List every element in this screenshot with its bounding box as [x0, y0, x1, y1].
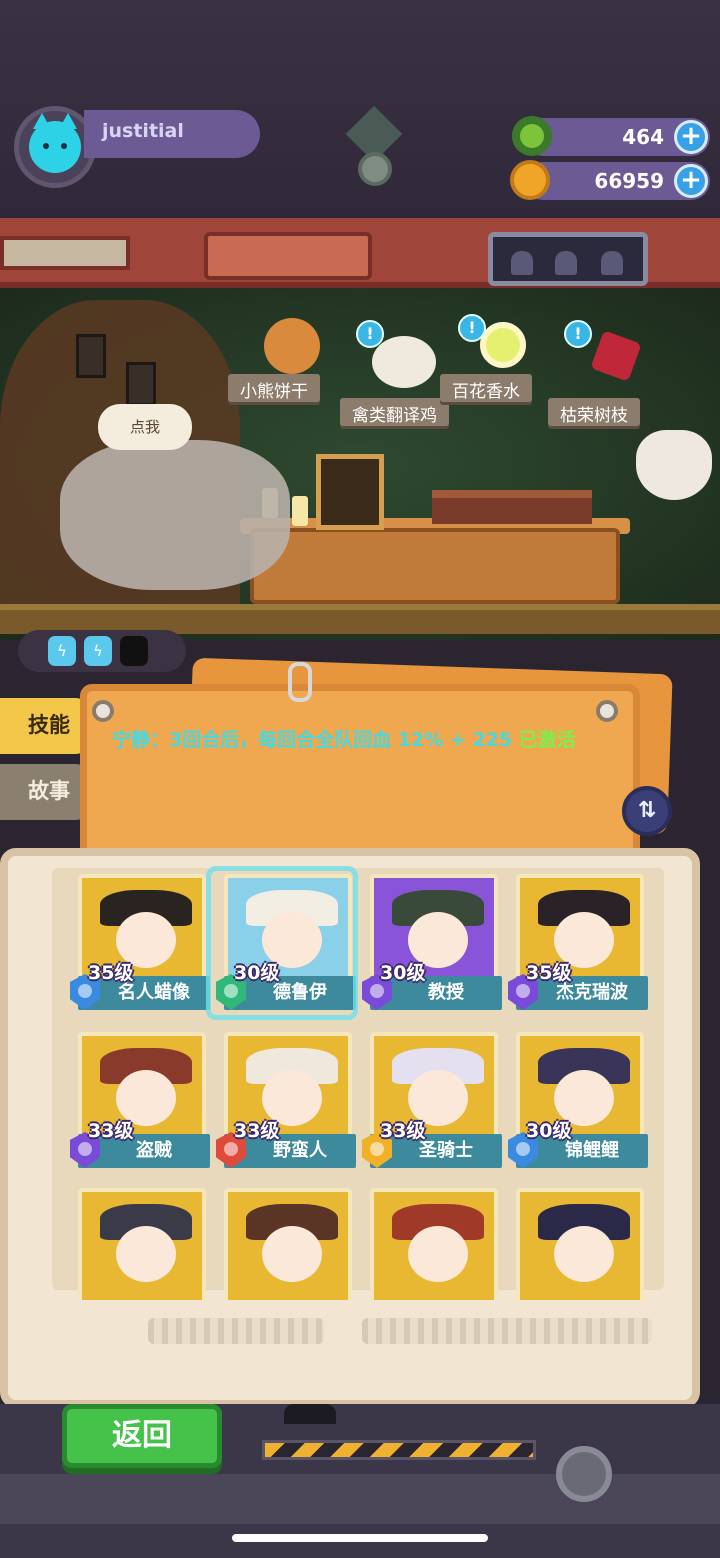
skill-status: 已激活: [518, 729, 576, 751]
bottom-strip: [0, 1474, 720, 1524]
hero-level: 35级: [88, 962, 134, 984]
donut-coin-icon: [512, 116, 552, 156]
hero-card[interactable]: 野蛮人 33级: [216, 1032, 358, 1182]
info-bubble-icon[interactable]: !: [458, 314, 486, 342]
hero-card[interactable]: [364, 1188, 504, 1300]
planet-coin-icon: [510, 160, 550, 200]
shop-counter: [250, 528, 620, 604]
swap-icon[interactable]: ⇅: [622, 786, 672, 836]
back-button[interactable]: 返回: [62, 1404, 222, 1468]
pin-icon: [92, 700, 114, 722]
hero-portrait: [516, 1188, 644, 1300]
hero-card[interactable]: 盗贼 33级: [70, 1032, 212, 1182]
tab-skill[interactable]: 技能: [0, 698, 88, 754]
info-bubble-icon[interactable]: !: [356, 320, 384, 348]
skill-description: 宁静：3回合后，每回合全队回血 12% + 225 已激活: [112, 726, 608, 754]
hazard-stripe: [262, 1440, 536, 1460]
tap-me-bubble[interactable]: 点我: [98, 404, 192, 450]
hero-portrait: [78, 1188, 206, 1300]
item-tag-chicken[interactable]: 禽类翻译鸡: [340, 398, 449, 426]
hero-portrait: [370, 1188, 498, 1300]
candle-icon: [292, 496, 308, 526]
lantern-icon: [76, 334, 106, 378]
hero-portrait: [224, 1188, 352, 1300]
ghost-icon: [511, 251, 533, 275]
paperclip-icon: [288, 662, 312, 702]
energy-cell-icon: ϟ: [84, 636, 112, 666]
hero-level: 33级: [88, 1120, 134, 1142]
hero-card[interactable]: 名人蜡像 35级: [70, 874, 212, 1024]
book-stack: [432, 490, 592, 524]
hero-level: 35级: [526, 962, 572, 984]
roof-vent: [0, 236, 130, 270]
hero-level: 30级: [380, 962, 426, 984]
portrait-frame: [316, 454, 384, 530]
teddy-bear-biscuit-item[interactable]: [264, 318, 320, 374]
item-tag-perfume[interactable]: 百花香水: [440, 374, 532, 402]
item-tag-teddy[interactable]: 小熊饼干: [228, 374, 320, 402]
hero-card[interactable]: [510, 1188, 650, 1300]
flower-perfume-item[interactable]: [480, 322, 526, 368]
skill-card: [80, 684, 640, 860]
hero-face: [554, 1226, 614, 1282]
add-currency-2-button[interactable]: +: [674, 164, 708, 198]
info-bubble-icon[interactable]: !: [564, 320, 592, 348]
item-tag-branch[interactable]: 枯荣树枝: [548, 398, 640, 426]
skill-text: 宁静：3回合后，每回合全队回血 12% + 225: [112, 729, 519, 751]
hero-level: 33级: [234, 1120, 280, 1142]
hero-face: [262, 1226, 322, 1282]
shopkeeper-hero[interactable]: [60, 440, 290, 590]
roof-panel: [204, 232, 372, 280]
skull-decoration: [636, 430, 712, 500]
energy-cell-empty-icon: [120, 636, 148, 666]
ghost-icon: [555, 251, 577, 275]
player-name: justitial: [84, 110, 260, 158]
translator-chicken-item[interactable]: [372, 336, 436, 388]
home-indicator[interactable]: [232, 1534, 488, 1542]
peeking-creature: [284, 1404, 336, 1424]
pin-icon: [596, 700, 618, 722]
hero-level: 30级: [526, 1120, 572, 1142]
hero-card[interactable]: 教授 30级: [362, 874, 504, 1024]
blurred-text: [148, 1318, 324, 1344]
hero-card[interactable]: 锦鲤鲤 30级: [508, 1032, 650, 1182]
hero-card[interactable]: 圣骑士 33级: [362, 1032, 504, 1182]
hero-level: 33级: [380, 1120, 426, 1142]
selected-hero-frame: [206, 866, 358, 1020]
dial-icon: [556, 1446, 612, 1502]
hero-card[interactable]: [218, 1188, 358, 1300]
hero-card[interactable]: 杰克瑞波 35级: [508, 874, 650, 1024]
ghost-display: [488, 232, 648, 286]
tab-story[interactable]: 故事: [0, 764, 88, 820]
blurred-text: [362, 1318, 652, 1344]
ghost-icon: [601, 251, 623, 275]
hero-face: [408, 1226, 468, 1282]
add-currency-1-button[interactable]: +: [674, 120, 708, 154]
lantern-icon: [126, 362, 156, 406]
hero-face: [116, 1226, 176, 1282]
hero-card[interactable]: [72, 1188, 212, 1300]
fan-hub: [358, 152, 392, 186]
energy-cell-icon: ϟ: [48, 636, 76, 666]
cat-avatar-icon: [29, 113, 81, 173]
